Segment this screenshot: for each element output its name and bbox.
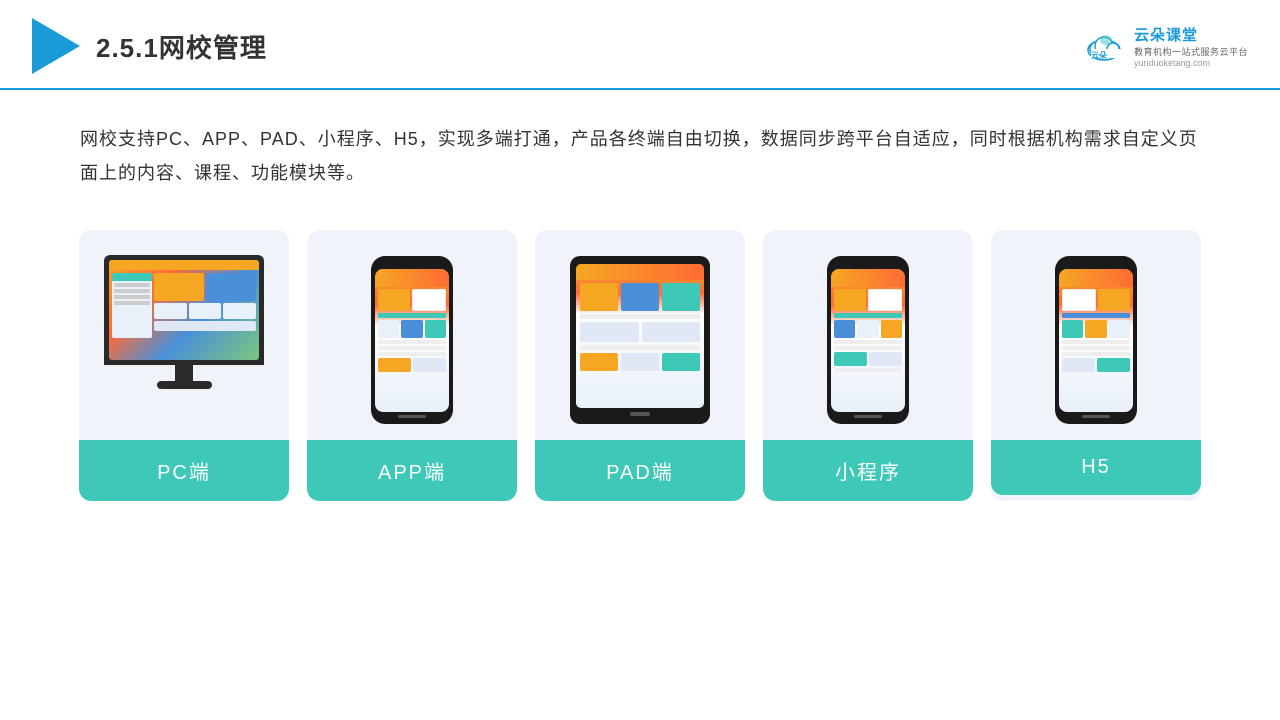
description-text: 网校支持PC、APP、PAD、小程序、H5，实现多端打通，产品各终端自由切换，数… [0, 90, 1280, 210]
card-h5-label: H5 [991, 440, 1201, 495]
cards-container: PC端 [0, 210, 1280, 531]
card-pad-image [535, 230, 745, 440]
phone-mockup-h5 [1055, 256, 1137, 424]
cloud-icon: 云朵 [1084, 30, 1128, 62]
card-pad: PAD端 [535, 230, 745, 501]
page-title: 2.5.1网校管理 [96, 28, 267, 65]
card-pc-label: PC端 [79, 440, 289, 501]
card-app-image [307, 230, 517, 440]
logo-triangle-icon [32, 18, 80, 74]
card-h5-image [991, 230, 1201, 440]
brand-name: 云朵课堂 [1134, 24, 1198, 45]
brand-subtitle: 教育机构一站式服务云平台 [1134, 45, 1248, 58]
header: 2.5.1网校管理 云朵 云朵课堂 教育机构一站式服务云平台 yunduoket… [0, 0, 1280, 90]
card-miniprogram-label: 小程序 [763, 440, 973, 501]
card-pc: PC端 [79, 230, 289, 501]
brand-url: yunduoketang.com [1134, 58, 1210, 68]
header-right: 云朵 云朵课堂 教育机构一站式服务云平台 yunduoketang.com [1084, 24, 1248, 68]
card-app-label: APP端 [307, 440, 517, 501]
card-miniprogram: 小程序 [763, 230, 973, 501]
phone-mockup-app [371, 256, 453, 424]
card-pc-image [79, 230, 289, 440]
card-miniprogram-image [763, 230, 973, 440]
card-app: APP端 [307, 230, 517, 501]
svg-text:云朵: 云朵 [1091, 50, 1107, 60]
header-left: 2.5.1网校管理 [32, 18, 267, 74]
brand-logo: 云朵 云朵课堂 教育机构一站式服务云平台 yunduoketang.com [1084, 24, 1248, 68]
brand-text: 云朵课堂 教育机构一站式服务云平台 yunduoketang.com [1134, 24, 1248, 68]
tablet-mockup [570, 256, 710, 424]
phone-mockup-miniprogram [827, 256, 909, 424]
pc-mockup [99, 255, 269, 425]
description-paragraph: 网校支持PC、APP、PAD、小程序、H5，实现多端打通，产品各终端自由切换，数… [80, 122, 1200, 190]
card-pad-label: PAD端 [535, 440, 745, 501]
card-h5: H5 [991, 230, 1201, 501]
